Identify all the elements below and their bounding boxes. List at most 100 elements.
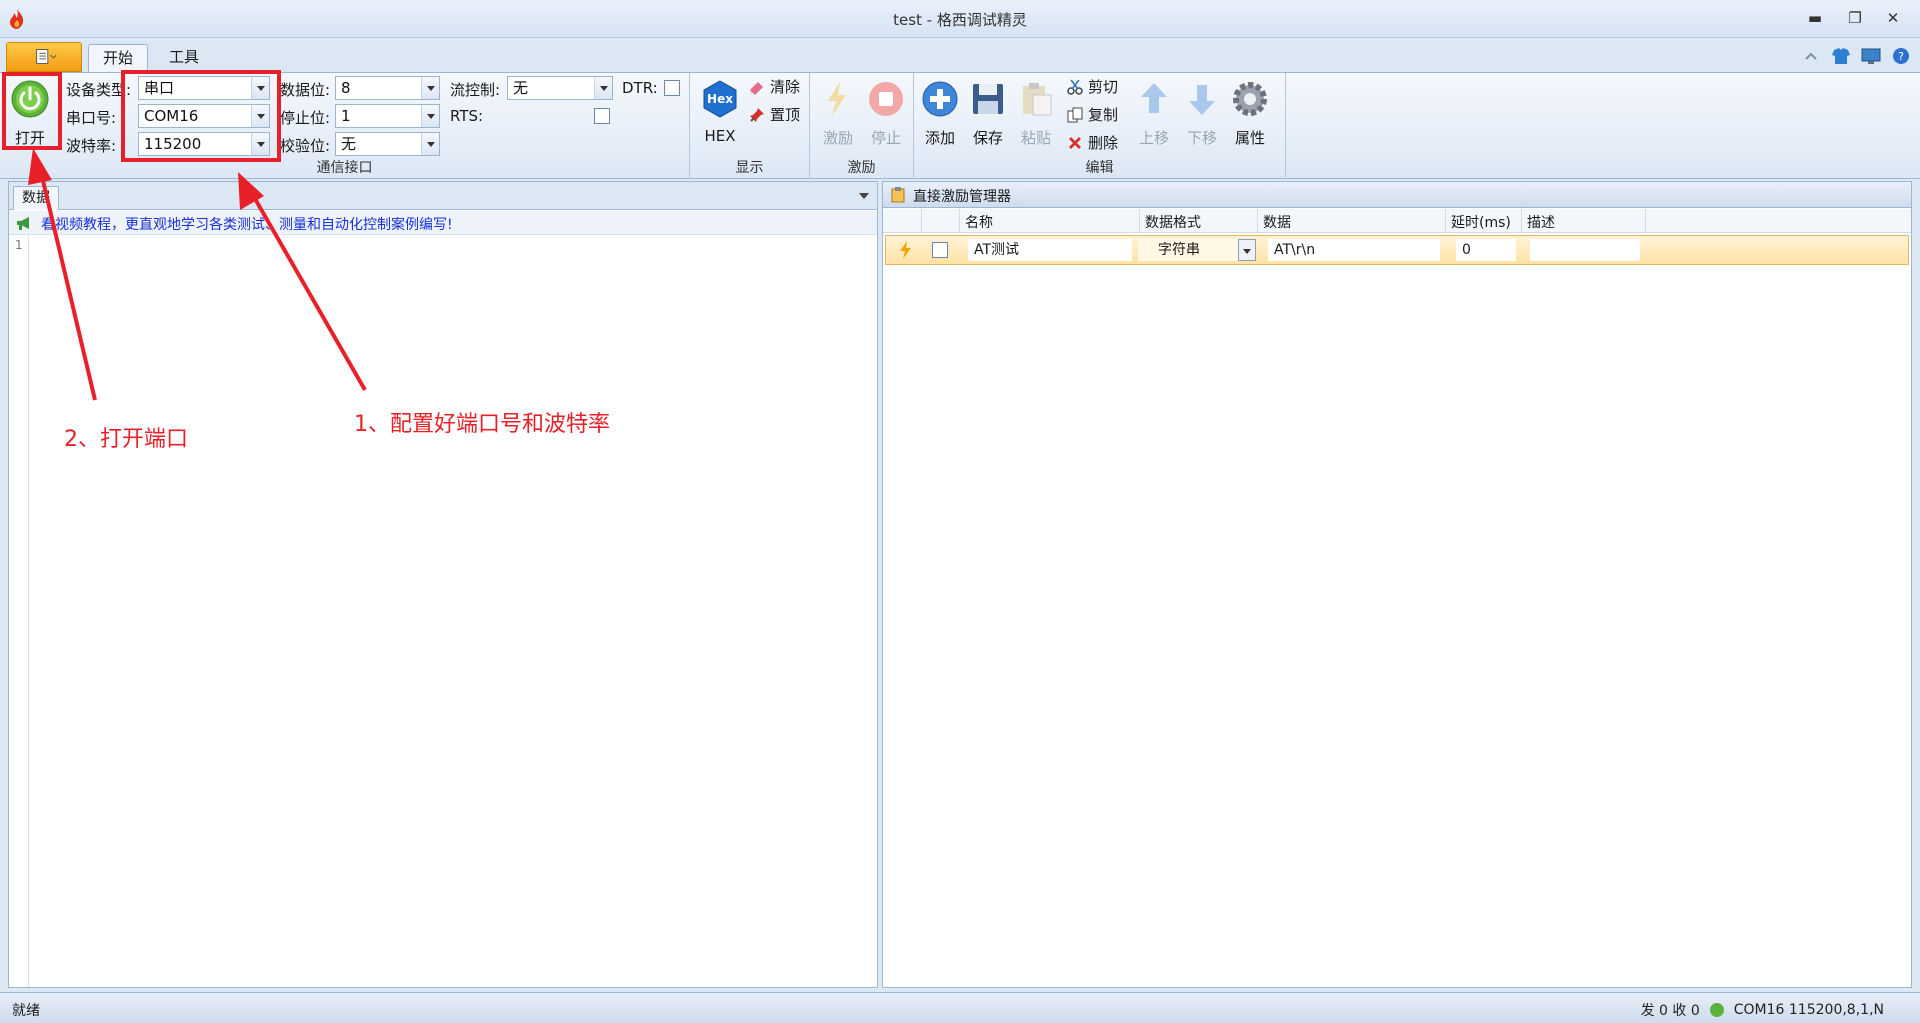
line-gutter [9, 235, 29, 987]
megaphone-icon [17, 217, 29, 230]
col-desc[interactable]: 描述 [1527, 212, 1555, 232]
title-bar: test - 格西调试精灵 ▬ ❐ ✕ [0, 0, 1920, 38]
pin-top-button[interactable]: 置顶 [748, 104, 800, 126]
tab-tools[interactable]: 工具 [155, 44, 213, 72]
stop-button[interactable]: 停止 [862, 79, 910, 148]
paste-button[interactable]: 粘贴 [1012, 79, 1060, 148]
status-counters: 发 0 收 0 [1640, 1003, 1700, 1019]
dtr-checkbox[interactable] [664, 80, 680, 96]
hex-button[interactable]: Hex HEX [698, 79, 742, 145]
eraser-icon [750, 82, 763, 95]
stop-bits-select[interactable]: 1 [335, 104, 440, 128]
row-format-select[interactable]: 字符串 [1138, 239, 1256, 261]
parity-label: 校验位: [280, 137, 331, 155]
annotation-step2: 2、打开端口 [64, 427, 188, 452]
move-down-button[interactable]: 下移 [1178, 79, 1226, 148]
status-port-info: COM16 115200,8,1,N [1733, 1002, 1884, 1018]
pane-dropdown-icon[interactable] [859, 193, 869, 199]
port-label: 串口号: [66, 109, 117, 127]
data-pane: 数据 看视频教程，更直观地学习各类测试、测量和自动化控制案例编写! 1 [8, 181, 878, 988]
stimulus-manager-title: 直接激励管理器 [913, 189, 1011, 205]
row-checkbox[interactable] [932, 242, 948, 258]
scissors-icon [1067, 79, 1083, 95]
add-button[interactable]: 添加 [916, 79, 964, 148]
flow-control-label: 流控制: [450, 81, 501, 99]
col-delay[interactable]: 延时(ms) [1451, 212, 1511, 232]
data-pane-tabbar: 数据 [9, 182, 877, 210]
ribbon-tab-row: 开始 工具 ? [0, 38, 1920, 72]
rts-label: RTS: [450, 107, 484, 125]
chevron-down-icon [421, 105, 439, 127]
promo-link[interactable]: 看视频教程，更直观地学习各类测试、测量和自动化控制案例编写! [41, 214, 453, 234]
stop-icon [869, 82, 903, 116]
baud-label: 波特率: [66, 137, 117, 155]
promo-banner[interactable]: 看视频教程，更直观地学习各类测试、测量和自动化控制案例编写! [9, 211, 877, 235]
lightning-icon [828, 82, 846, 116]
app-menu-button[interactable] [6, 42, 82, 72]
stimulus-manager-pane: 直接激励管理器 名称 数据格式 数据 延时(ms) 描述 AT测试 字符串 AT… [882, 181, 1912, 988]
delete-button[interactable]: 删除 [1066, 132, 1118, 154]
hex-hexagon-icon: Hex [703, 80, 737, 118]
close-icon: ✕ [1886, 9, 1900, 27]
tab-start[interactable]: 开始 [88, 44, 149, 72]
annotation-box-port [121, 70, 281, 162]
dtr-label: DTR: [622, 79, 658, 97]
display-group: Hex HEX 清除 置顶 显示 [690, 73, 810, 179]
parity-select[interactable]: 无 [335, 132, 440, 156]
row-delay[interactable]: 0 [1456, 239, 1516, 261]
delete-x-icon [1069, 137, 1081, 149]
pin-icon [750, 108, 764, 122]
ribbon: 打开 设备类型: 串口 串口号: COM16 波特率: 115200 数据位: … [0, 72, 1920, 179]
data-bits-label: 数据位: [280, 81, 331, 99]
save-button[interactable]: 保存 [964, 79, 1012, 148]
annotation-step1: 1、配置好端口号和波特率 [354, 412, 610, 437]
collapse-ribbon-icon[interactable] [1800, 46, 1822, 66]
copy-icon [1067, 107, 1083, 123]
edit-group-label: 编辑 [1085, 160, 1114, 176]
row-name[interactable]: AT测试 [968, 239, 1132, 261]
lightning-icon[interactable] [898, 240, 912, 260]
move-up-button[interactable]: 上移 [1130, 79, 1178, 148]
row-desc[interactable] [1530, 239, 1640, 261]
display-group-label: 显示 [735, 160, 764, 176]
restore-button[interactable]: ❐ [1840, 6, 1870, 30]
rts-checkbox[interactable] [594, 108, 610, 124]
help-icon[interactable]: ? [1890, 46, 1912, 66]
comm-group-label: 通信接口 [316, 160, 373, 176]
status-right: 发 0 收 0 COM16 115200,8,1,N [1641, 1000, 1884, 1020]
chevron-down-icon[interactable] [1238, 239, 1256, 261]
clipboard-icon [891, 187, 905, 203]
cut-button[interactable]: 剪切 [1066, 76, 1118, 98]
col-data[interactable]: 数据 [1263, 212, 1291, 232]
stim-group: 激励 停止 激励 [810, 73, 914, 179]
gear-icon [1233, 82, 1267, 116]
hex-label: HEX [704, 127, 736, 145]
chevron-down-icon [421, 77, 439, 99]
close-button[interactable]: ✕ [1878, 6, 1908, 30]
properties-button[interactable]: 属性 [1226, 79, 1274, 148]
skin-shirt-icon[interactable] [1830, 46, 1852, 66]
stop-bits-label: 停止位: [280, 109, 331, 127]
copy-button[interactable]: 复制 [1066, 104, 1118, 126]
col-name[interactable]: 名称 [965, 212, 993, 232]
stimulate-button[interactable]: 激励 [814, 79, 862, 148]
col-format[interactable]: 数据格式 [1145, 212, 1201, 232]
data-bits-select[interactable]: 8 [335, 76, 440, 100]
chevron-down-icon [421, 133, 439, 155]
arrow-down-icon [1189, 85, 1215, 115]
status-bar: 就绪 发 0 收 0 COM16 115200,8,1,N [0, 992, 1920, 1023]
flow-control-select[interactable]: 无 [507, 76, 613, 100]
line-number: 1 [15, 238, 23, 252]
clear-button[interactable]: 清除 [748, 76, 800, 98]
tab-data[interactable]: 数据 [13, 186, 59, 210]
chevron-down-icon [594, 77, 612, 99]
table-row[interactable]: AT测试 字符串 AT\r\n 0 [885, 235, 1909, 265]
svg-text:?: ? [1898, 50, 1904, 63]
minimize-button[interactable]: ▬ [1800, 6, 1830, 30]
status-ready: 就绪 [12, 1003, 40, 1019]
arrow-up-icon [1141, 83, 1167, 113]
stimulus-manager-header: 直接激励管理器 [883, 182, 1911, 208]
row-data[interactable]: AT\r\n [1268, 239, 1440, 261]
monitor-icon[interactable] [1860, 46, 1882, 66]
clipboard-paste-icon [1023, 83, 1052, 116]
